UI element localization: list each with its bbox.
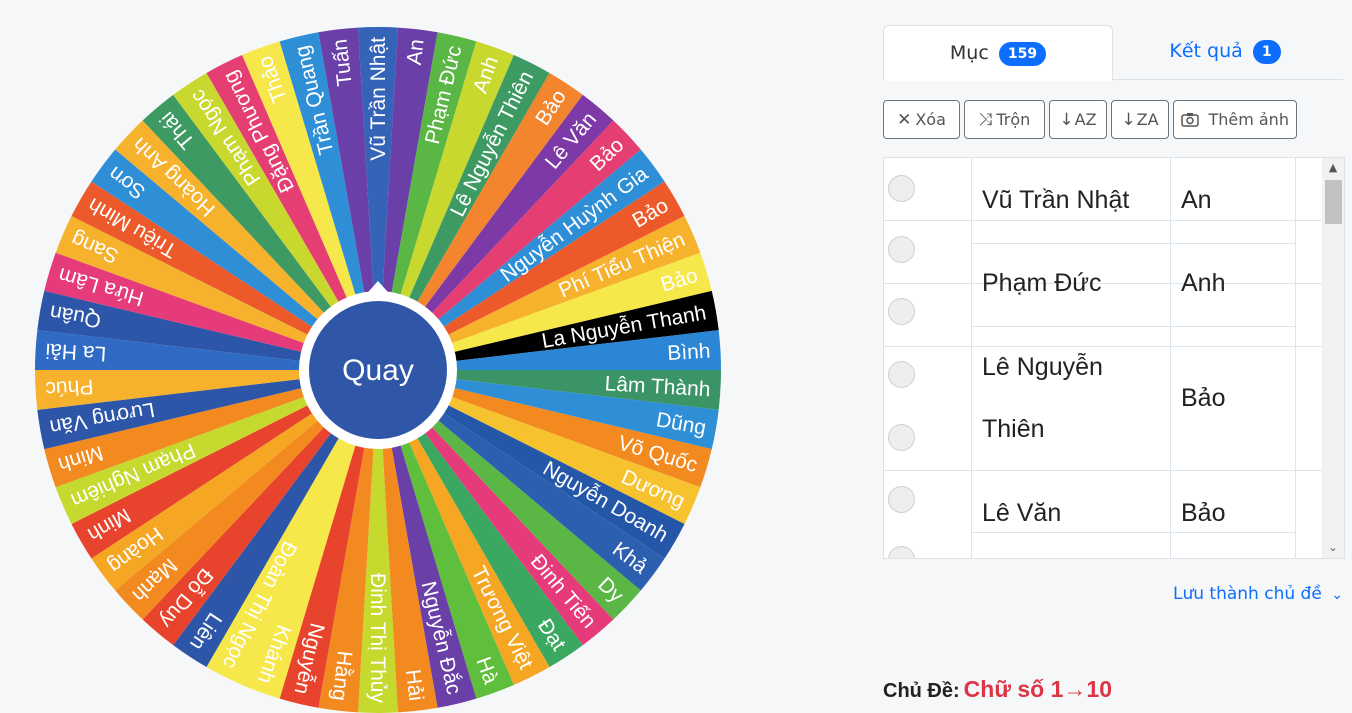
entry-radio[interactable] [888, 546, 915, 558]
sort-az-label: AZ [1074, 110, 1097, 129]
scroll-up-icon[interactable]: ▲ [1322, 160, 1344, 176]
scroll-thumb[interactable] [1325, 180, 1342, 224]
row-divider [884, 346, 1322, 347]
row-divider [972, 243, 1295, 244]
spin-button-label: Quay [342, 354, 414, 387]
panel-tabs: Mục 159 Kết quả 1 [883, 24, 1343, 81]
entries-list[interactable]: Vũ Trần Nhật An Phạm Đức Anh Lê Nguyễn T… [883, 157, 1345, 559]
entry-radio[interactable] [888, 424, 915, 451]
clear-label: Xóa [915, 110, 946, 129]
tab-items[interactable]: Mục 159 [883, 25, 1113, 81]
tab-items-label: Mục [949, 42, 989, 64]
entry-radio[interactable] [888, 486, 915, 513]
row-divider [884, 470, 1322, 471]
entry-first-name[interactable]: Vũ Trần Nhật [982, 186, 1129, 215]
results-count-badge: 1 [1252, 39, 1281, 64]
camera-icon [1181, 110, 1204, 130]
entry-last-name[interactable]: Anh [1181, 269, 1225, 298]
items-count-badge: 159 [998, 41, 1047, 66]
spin-wheel[interactable]: Vũ Trần Nhật AnPhạm Đức AnhLê Nguyễn Thiên… [0, 0, 760, 713]
close-icon: ✕ [897, 110, 912, 130]
entry-last-name[interactable]: An [1181, 186, 1212, 215]
topic-line: Chủ Đề: Chữ số 1→10 [883, 676, 1112, 703]
row-divider [884, 220, 1322, 221]
entry-first-name[interactable]: Lê Nguyễn [982, 353, 1103, 382]
entry-radio[interactable] [888, 236, 915, 263]
tab-results-label: Kết quả [1169, 40, 1243, 62]
clear-button[interactable]: ✕ Xóa [883, 100, 960, 139]
sort-down-icon: ↓ [1121, 110, 1136, 130]
row-divider [972, 532, 1295, 533]
entry-first-name[interactable]: Phạm Đức [982, 269, 1102, 298]
sort-za-label: ZA [1136, 110, 1159, 129]
entry-first-name[interactable]: Lê Văn [982, 499, 1061, 528]
column-divider [971, 158, 972, 558]
entry-radio[interactable] [888, 361, 915, 388]
column-divider [1170, 158, 1171, 558]
row-divider [972, 326, 1295, 327]
sort-down-icon: ↓ [1059, 110, 1074, 130]
chevron-down-icon: ⌄ [1331, 587, 1343, 603]
entry-last-name[interactable]: Bảo [1181, 499, 1225, 528]
entry-radio[interactable] [888, 298, 915, 325]
add-image-button[interactable]: Thêm ảnh [1173, 100, 1297, 139]
sort-za-button[interactable]: ↓ZA [1111, 100, 1169, 139]
add-image-label: Thêm ảnh [1208, 110, 1289, 129]
save-as-topic-link[interactable]: Lưu thành chủ đề ⌄ [1173, 584, 1343, 604]
wheel-segment-label: Vũ Trần Nhật [367, 37, 390, 161]
entry-first-name-cont[interactable]: Thiên [982, 415, 1045, 444]
entries-panel: Mục 159 Kết quả 1 ✕ Xóa ⤨ Trộn ↓AZ ↓ZA Thê… [883, 24, 1345, 604]
shuffle-button[interactable]: ⤨ Trộn [964, 100, 1045, 139]
topic-label: Chủ Đề: [883, 680, 960, 702]
scroll-down-icon[interactable]: ⌄ [1322, 540, 1344, 556]
tab-results[interactable]: Kết quả 1 [1115, 24, 1335, 78]
column-divider [1295, 158, 1296, 558]
wheel-segment-label: La Hải [45, 339, 107, 365]
shuffle-label: Trộn [996, 110, 1031, 129]
wheel-segment-label: Phúc [45, 375, 94, 401]
save-as-topic-label: Lưu thành chủ đề [1173, 584, 1322, 604]
wheel-segment-label: Hải [401, 668, 428, 702]
shuffle-icon: ⤨ [978, 110, 993, 130]
wheel-segment-label: An [403, 38, 429, 66]
topic-value[interactable]: Chữ số 1→10 [964, 676, 1112, 702]
list-scrollbar[interactable]: ▲ ⌄ [1322, 158, 1344, 558]
entry-radio[interactable] [888, 175, 915, 202]
entry-last-name[interactable]: Bảo [1181, 384, 1225, 413]
wheel-segment-label: Bình [667, 340, 711, 365]
wheel-segment-label: Đinh Thị Thủy [366, 573, 389, 703]
sort-az-button[interactable]: ↓AZ [1049, 100, 1107, 139]
row-divider [884, 283, 1322, 284]
